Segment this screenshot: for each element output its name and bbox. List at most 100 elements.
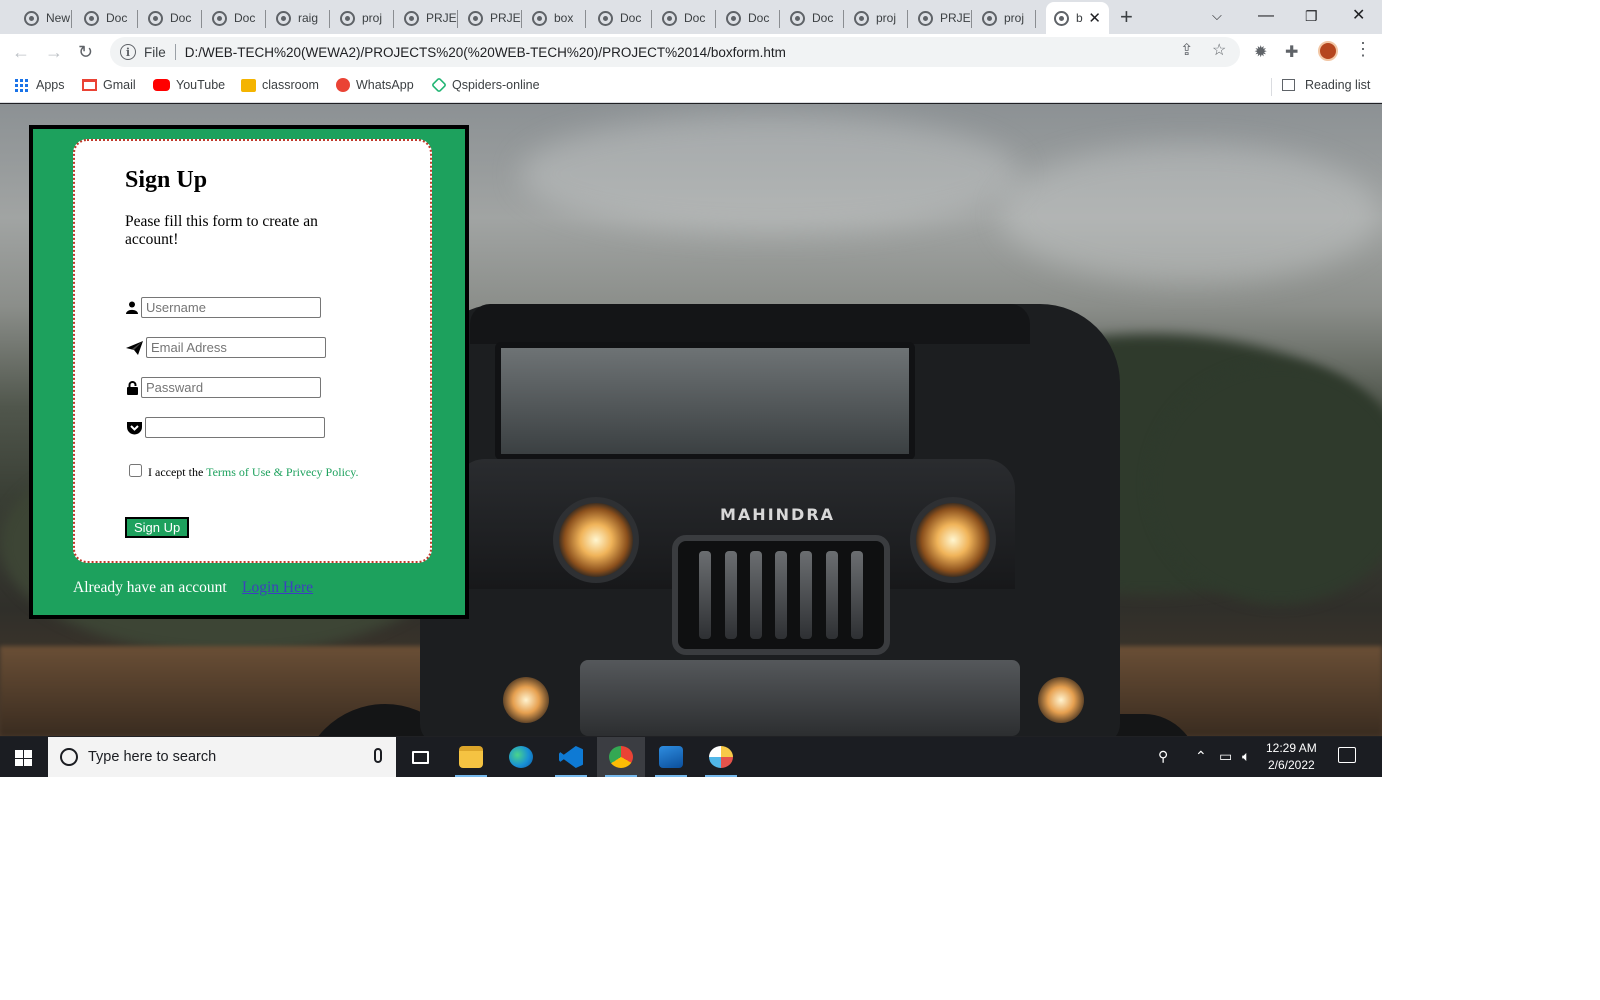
vscode-icon[interactable] bbox=[547, 737, 595, 777]
login-link[interactable]: Login Here bbox=[242, 579, 313, 597]
globe-icon bbox=[468, 10, 483, 26]
globe-icon bbox=[854, 10, 869, 26]
file-explorer-icon[interactable] bbox=[447, 737, 495, 777]
tab-6[interactable]: PRJE bbox=[396, 2, 458, 34]
tab-3[interactable]: Doc bbox=[204, 2, 266, 34]
info-icon[interactable]: i bbox=[120, 44, 136, 60]
minimize-icon[interactable]: — bbox=[1258, 4, 1274, 28]
cortana-circle-icon bbox=[60, 748, 78, 766]
microphone-icon[interactable] bbox=[374, 748, 382, 763]
show-hidden-chevron-icon[interactable]: ⌃ bbox=[1195, 748, 1207, 765]
gmail-icon bbox=[82, 79, 97, 91]
edge-icon[interactable] bbox=[497, 737, 545, 777]
volume-icon[interactable]: 🔈︎ bbox=[1242, 748, 1250, 765]
bookmark-classroom[interactable]: classroom bbox=[241, 78, 319, 92]
forward-arrow-icon[interactable]: → bbox=[45, 40, 63, 64]
username-input[interactable] bbox=[141, 297, 321, 318]
tab-label: Doc bbox=[748, 11, 770, 25]
bookmark-star-icon[interactable]: ☆ bbox=[1212, 40, 1226, 60]
battery-icon[interactable]: ▭ bbox=[1219, 748, 1232, 765]
tab-separator bbox=[521, 10, 522, 28]
globe-icon bbox=[404, 10, 419, 26]
back-arrow-icon[interactable]: ← bbox=[12, 40, 30, 64]
restore-icon[interactable]: ❐ bbox=[1305, 4, 1318, 28]
puzzle-extensions-icon[interactable]: ✚ bbox=[1285, 42, 1298, 62]
tab-separator bbox=[137, 10, 138, 28]
tab-9[interactable]: Doc bbox=[590, 2, 652, 34]
bookmark-whatsapp[interactable]: WhatsApp bbox=[336, 78, 414, 92]
tab-separator bbox=[651, 10, 652, 28]
tab-label: Doc bbox=[106, 11, 128, 25]
clock-time: 12:29 AM bbox=[1266, 741, 1317, 755]
url-text[interactable]: D:/WEB-TECH%20(WEWA2)/PROJECTS%20(%20WEB… bbox=[185, 45, 786, 60]
tab-15[interactable]: proj bbox=[974, 2, 1036, 34]
chrome-icon[interactable] bbox=[597, 737, 645, 777]
tab-8[interactable]: box bbox=[524, 2, 586, 34]
tab-active[interactable]: b ✕ bbox=[1046, 2, 1109, 34]
menu-kebab-icon[interactable]: ⋮ bbox=[1354, 39, 1372, 60]
taskbar-clock[interactable]: 12:29 AM 2/6/2022 bbox=[1266, 740, 1317, 774]
tab-10[interactable]: Doc bbox=[654, 2, 716, 34]
globe-icon bbox=[532, 10, 547, 26]
reading-list-button[interactable]: Reading list bbox=[1282, 78, 1370, 92]
jeep-brand-lettering: MAHINDRA bbox=[720, 505, 836, 524]
tab-2[interactable]: Doc bbox=[140, 2, 202, 34]
qspiders-icon bbox=[431, 77, 447, 93]
bookmark-qspiders[interactable]: Qspiders-online bbox=[431, 77, 540, 93]
extension-bug-icon[interactable]: ✹ bbox=[1254, 42, 1267, 62]
tab-search-chevron-icon[interactable]: ⌵ bbox=[1212, 4, 1222, 28]
tab-separator bbox=[907, 10, 908, 28]
task-view-icon[interactable] bbox=[396, 737, 444, 777]
terms-link[interactable]: Terms of Use & Privecy Policy. bbox=[206, 465, 358, 479]
plus-icon[interactable]: + bbox=[1120, 5, 1133, 29]
tab-0[interactable]: New bbox=[16, 2, 72, 34]
windows-start-icon[interactable] bbox=[15, 750, 32, 766]
tab-7[interactable]: PRJE bbox=[460, 2, 522, 34]
bookmark-gmail[interactable]: Gmail bbox=[82, 78, 136, 92]
tab-4[interactable]: raig bbox=[268, 2, 330, 34]
people-icon[interactable]: ⚲ bbox=[1158, 748, 1168, 765]
password-row bbox=[125, 377, 321, 398]
username-row bbox=[125, 297, 321, 318]
globe-icon bbox=[790, 10, 805, 26]
tab-1[interactable]: Doc bbox=[76, 2, 138, 34]
globe-icon bbox=[276, 10, 291, 26]
tab-separator bbox=[843, 10, 844, 28]
reload-icon[interactable]: ↻ bbox=[78, 40, 93, 64]
terms-checkbox[interactable] bbox=[129, 464, 142, 477]
tab-separator bbox=[393, 10, 394, 28]
taskbar-search-box[interactable]: Type here to search bbox=[48, 737, 396, 777]
bookmark-label: WhatsApp bbox=[356, 78, 414, 92]
tab-label: PRJE bbox=[426, 11, 457, 25]
paint-icon[interactable] bbox=[697, 737, 745, 777]
tab-13[interactable]: proj bbox=[846, 2, 908, 34]
share-icon[interactable]: ⇪ bbox=[1180, 40, 1193, 60]
fourth-input[interactable] bbox=[145, 417, 325, 438]
tab-5[interactable]: proj bbox=[332, 2, 394, 34]
taskbar-search-placeholder: Type here to search bbox=[88, 749, 217, 765]
profile-avatar[interactable] bbox=[1318, 41, 1338, 61]
tab-12[interactable]: Doc bbox=[782, 2, 844, 34]
tab-label: Doc bbox=[620, 11, 642, 25]
tab-label: PRJE bbox=[940, 11, 971, 25]
address-bar[interactable]: i File D:/WEB-TECH%20(WEWA2)/PROJECTS%20… bbox=[110, 37, 1240, 67]
tab-14[interactable]: PRJE bbox=[910, 2, 972, 34]
globe-icon bbox=[212, 10, 227, 26]
tab-11[interactable]: Doc bbox=[718, 2, 780, 34]
bookmark-youtube[interactable]: YouTube bbox=[153, 78, 225, 92]
signup-container: Sign Up Pease fill this form to create a… bbox=[29, 125, 469, 619]
tab-label: New bbox=[46, 11, 71, 25]
form-title: Sign Up bbox=[125, 167, 208, 193]
notification-center-icon[interactable] bbox=[1338, 747, 1356, 763]
photos-icon[interactable] bbox=[647, 737, 695, 777]
bookmark-apps[interactable]: Apps bbox=[15, 78, 65, 92]
tab-separator bbox=[971, 10, 972, 28]
close-icon[interactable]: ✕ bbox=[1352, 4, 1365, 28]
signup-button[interactable]: Sign Up bbox=[125, 517, 190, 538]
email-input[interactable] bbox=[146, 337, 326, 358]
tab-label: Doc bbox=[812, 11, 834, 25]
close-tab-icon[interactable]: ✕ bbox=[1088, 9, 1101, 27]
password-input[interactable] bbox=[141, 377, 321, 398]
desktop-screen: New Doc Doc Doc raig proj PRJE PRJE box Doc Doc Doc… bbox=[0, 0, 1382, 777]
bookmark-label: Apps bbox=[36, 78, 65, 92]
